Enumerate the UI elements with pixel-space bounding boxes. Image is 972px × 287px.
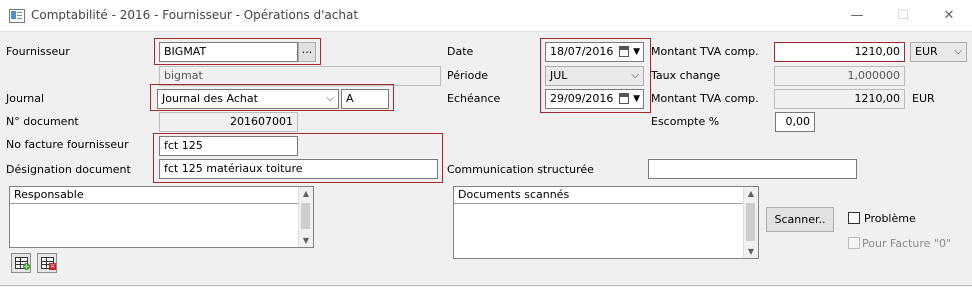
- journal-label: Journal: [6, 92, 45, 105]
- montant-tva2-field: 1210,00: [774, 89, 905, 109]
- probleme-label: Problème: [864, 212, 916, 225]
- echeance-input[interactable]: 29/09/2016 ▼: [545, 89, 644, 109]
- periode-select-value: JUL: [550, 69, 568, 82]
- scroll-down-icon[interactable]: ▼: [744, 247, 758, 256]
- montant-tva2-label: Montant TVA comp.: [651, 92, 759, 105]
- no-document-field: 201607001: [159, 112, 298, 132]
- echeance-value: 29/09/2016: [550, 92, 614, 105]
- currency-select[interactable]: EUR ⌵: [910, 42, 967, 62]
- minimize-button[interactable]: —: [834, 0, 880, 31]
- montant-tva2-currency: EUR: [912, 92, 935, 105]
- scroll-thumb[interactable]: [301, 203, 310, 229]
- journal-select[interactable]: Journal des Achat ⌵: [157, 89, 339, 109]
- scanner-button[interactable]: Scanner..: [766, 207, 834, 232]
- currency-select-value: EUR: [915, 45, 938, 58]
- fournisseur-browse-button[interactable]: ...: [298, 42, 316, 62]
- fournisseur-code-input[interactable]: BIGMAT: [159, 42, 298, 62]
- no-facture-input[interactable]: fct 125: [159, 136, 298, 156]
- taux-change-field: 1,000000: [774, 66, 905, 86]
- periode-select[interactable]: JUL ⌵: [545, 66, 644, 86]
- calendar-icon[interactable]: [619, 93, 629, 104]
- communication-input[interactable]: [648, 159, 857, 179]
- dropdown-arrow-icon[interactable]: ▼: [633, 43, 640, 61]
- responsable-header: Responsable: [10, 187, 299, 204]
- designation-label: Désignation document: [6, 163, 131, 176]
- journal-select-value: Journal des Achat: [162, 92, 258, 105]
- responsable-scrollbar[interactable]: ▲ ▼: [298, 187, 313, 247]
- chevron-down-icon: ⌵: [631, 70, 639, 81]
- calendar-icon[interactable]: [619, 46, 629, 57]
- documents-header: Documents scannés: [454, 187, 744, 204]
- fournisseur-label: Fournisseur: [6, 45, 70, 58]
- date-label: Date: [447, 45, 474, 58]
- montant-tva-input[interactable]: 1210,00: [774, 42, 905, 62]
- responsable-panel[interactable]: Responsable ▲ ▼: [9, 186, 314, 248]
- no-document-label: N° document: [6, 115, 79, 128]
- journal-code-input[interactable]: A: [341, 89, 389, 109]
- documents-scrollbar[interactable]: ▲ ▼: [743, 187, 758, 258]
- add-icon: +: [23, 262, 30, 271]
- designation-input[interactable]: fct 125 matériaux toiture: [159, 159, 438, 179]
- scroll-up-icon[interactable]: ▲: [744, 189, 758, 198]
- pour-facture-checkbox[interactable]: [848, 237, 860, 249]
- pour-facture-label: Pour Facture "0": [862, 237, 952, 250]
- documents-panel[interactable]: Documents scannés ▲ ▼: [453, 186, 759, 259]
- probleme-checkbox[interactable]: [848, 212, 860, 224]
- bottom-border: [0, 285, 972, 286]
- chevron-down-icon: ⌵: [954, 46, 962, 57]
- scroll-down-icon[interactable]: ▼: [299, 236, 313, 245]
- echeance-label: Echéance: [447, 92, 501, 105]
- date-input[interactable]: 18/07/2016 ▼: [545, 42, 644, 62]
- delete-icon: ×: [49, 262, 56, 270]
- maximize-button[interactable]: ☐: [880, 0, 926, 31]
- app-icon: [9, 9, 25, 23]
- scroll-thumb[interactable]: [746, 203, 755, 241]
- taux-change-label: Taux change: [651, 69, 721, 82]
- montant-tva-label: Montant TVA comp.: [651, 45, 759, 58]
- escompte-input[interactable]: 0,00: [775, 112, 815, 132]
- no-facture-label: No facture fournisseur: [6, 138, 129, 151]
- dropdown-arrow-icon[interactable]: ▼: [633, 90, 640, 108]
- scroll-up-icon[interactable]: ▲: [299, 189, 313, 198]
- fournisseur-name-field: bigmat: [159, 66, 441, 86]
- close-button[interactable]: ✕: [926, 0, 972, 31]
- periode-label: Période: [447, 69, 489, 82]
- add-row-button[interactable]: +: [11, 253, 31, 273]
- communication-label: Communication structurée: [447, 163, 594, 176]
- escompte-label: Escompte %: [651, 115, 720, 128]
- chevron-down-icon: ⌵: [326, 93, 334, 104]
- delete-row-button[interactable]: ×: [37, 253, 57, 273]
- date-value: 18/07/2016: [550, 45, 614, 58]
- window-title: Comptabilité - 2016 - Fournisseur - Opér…: [31, 8, 359, 22]
